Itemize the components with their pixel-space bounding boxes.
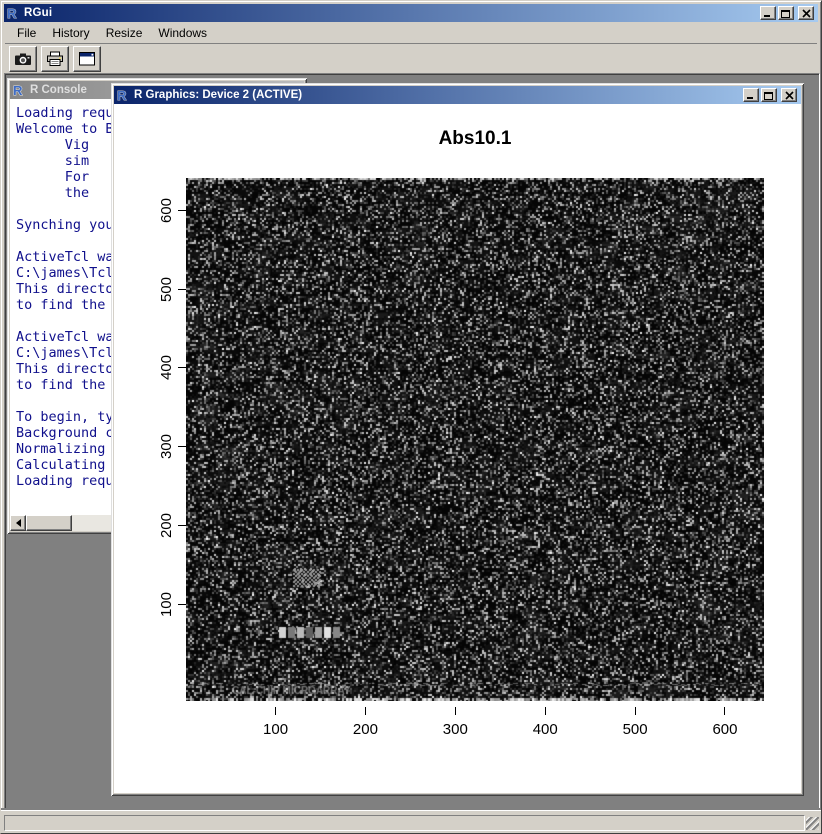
plot-title: Abs10.1 [186,128,764,150]
toolbar [5,43,817,74]
y-tick: 500 [152,250,186,329]
x-tick: 600 [680,701,770,738]
maximize-icon [781,9,791,18]
y-tick-mark [178,210,186,211]
y-tick-label: 400 [158,355,175,380]
minimize-button[interactable] [760,6,776,20]
x-tick-mark [455,707,456,715]
r-logo-icon: R [12,83,27,98]
x-tick-label: 200 [353,721,378,738]
y-tick-mark [178,446,186,447]
print-button[interactable] [41,46,69,72]
x-tick: 400 [500,701,590,738]
maximize-button[interactable] [778,6,794,20]
menu-bar: FileHistoryResizeWindows [5,23,817,42]
resize-grip-icon[interactable] [806,817,819,830]
x-tick-mark [724,707,725,715]
rgui-window: R RGui FileHistoryResizeWindows [0,0,822,834]
y-tick-label: 100 [158,592,175,617]
menu-item[interactable]: Windows [150,24,215,42]
y-axis: 600 500 400 300 200 100 [152,171,186,644]
y-tick-label: 600 [158,198,175,223]
x-tick-mark [275,707,276,715]
x-tick-mark [545,707,546,715]
x-tick-label: 400 [533,721,558,738]
y-tick-label: 200 [158,513,175,538]
scroll-thumb[interactable] [26,515,72,531]
graphics-content: Abs10.1 600 500 400 300 200 [114,104,801,793]
x-tick-label: 100 [263,721,288,738]
status-panel [4,815,805,831]
menu-item[interactable]: Resize [98,24,151,42]
minimize-icon [763,9,773,18]
close-icon [785,91,794,100]
y-tick: 200 [152,486,186,565]
maximize-icon [764,91,774,100]
console-window-icon [78,51,96,67]
y-tick: 400 [152,329,186,408]
x-tick: 200 [320,701,410,738]
minimize-icon [746,91,756,100]
graphics-title: R Graphics: Device 2 (ACTIVE) [134,89,302,101]
graphics-maximize-button[interactable] [761,88,777,102]
main-titlebar[interactable]: R RGui [4,4,818,22]
graphics-minimize-button[interactable] [743,88,759,102]
plot-image [186,178,764,701]
graphics-window: R R Graphics: Device 2 (ACTIVE) Abs10.1 [111,83,804,796]
console-focus-button[interactable] [73,46,101,72]
y-tick: 100 [152,565,186,644]
printer-icon [46,51,64,67]
y-tick-mark [178,289,186,290]
x-tick-mark [365,707,366,715]
x-tick-label: 500 [623,721,648,738]
r-logo-icon: R [6,6,21,21]
graphics-close-button[interactable] [781,88,797,102]
x-axis: 100 200 300 400 500 600 [231,701,770,738]
graphics-titlebar[interactable]: R R Graphics: Device 2 (ACTIVE) [114,86,801,104]
camera-button[interactable] [9,46,37,72]
svg-text:R: R [117,88,127,103]
y-tick: 600 [152,171,186,250]
x-tick-label: 600 [712,721,737,738]
x-tick-mark [635,707,636,715]
y-tick-mark [178,604,186,605]
y-tick-label: 300 [158,434,175,459]
scroll-left-button[interactable] [10,515,26,531]
y-tick: 300 [152,407,186,486]
x-tick: 100 [231,701,321,738]
x-tick-label: 300 [443,721,468,738]
svg-text:R: R [7,6,17,21]
close-icon [802,9,811,18]
scroll-left-arrow-icon [16,519,21,527]
camera-icon [14,51,32,67]
console-title: R Console [30,84,87,96]
svg-text:R: R [13,83,23,98]
main-window-title: RGui [24,7,52,19]
y-tick-mark [178,367,186,368]
status-bar [1,810,821,833]
menu-item[interactable]: File [9,24,44,42]
y-tick-label: 500 [158,277,175,302]
x-tick: 500 [590,701,680,738]
menu-item[interactable]: History [44,24,97,42]
x-tick: 300 [410,701,500,738]
r-logo-icon: R [116,88,131,103]
close-button[interactable] [798,6,814,20]
y-tick-mark [178,525,186,526]
